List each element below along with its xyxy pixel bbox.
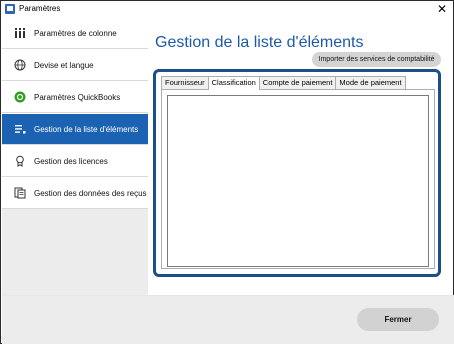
title-bar: Paramètres ✕ [1, 1, 453, 18]
tab-content [161, 89, 435, 269]
window-close-button[interactable]: ✕ [435, 2, 449, 16]
footer: Fermer [2, 296, 454, 344]
sidebar: Paramètres de colonne Devise et langue P… [2, 18, 148, 295]
globe-icon [14, 59, 26, 71]
import-accounting-services-button[interactable]: Importer des services de comptabilité [312, 52, 441, 67]
tab-compte-de-paiement[interactable]: Compte de paiement [258, 76, 337, 89]
sidebar-item-label: Gestion de la liste d'éléments [34, 124, 139, 134]
settings-window: Paramètres ✕ Paramètres de colonne Devis… [0, 0, 454, 344]
sidebar-item-currency-language[interactable]: Devise et langue [2, 50, 148, 81]
app-icon [5, 4, 15, 14]
license-icon [14, 155, 26, 167]
item-list-panel: Fournisseur Classification Compte de pai… [153, 69, 441, 277]
sidebar-item-quickbooks[interactable]: Paramètres QuickBooks [2, 82, 148, 113]
sidebar-item-label: Devise et langue [34, 60, 94, 70]
receipt-data-icon [14, 187, 26, 199]
sidebar-item-column-settings[interactable]: Paramètres de colonne [2, 18, 148, 49]
list-icon [14, 123, 26, 135]
sidebar-list: Paramètres de colonne Devise et langue P… [2, 18, 148, 209]
sidebar-item-label: Paramètres QuickBooks [34, 92, 121, 102]
sidebar-item-label: Gestion des données des reçus [34, 188, 147, 198]
tab-strip: Fournisseur Classification Compte de pai… [161, 76, 406, 90]
classification-list[interactable] [167, 95, 429, 267]
quickbooks-icon [14, 91, 26, 103]
window-title: Paramètres [19, 4, 61, 13]
sidebar-item-licenses[interactable]: Gestion des licences [2, 146, 148, 177]
tab-mode-de-paiement[interactable]: Mode de paiement [335, 76, 406, 89]
sidebar-item-label: Paramètres de colonne [34, 28, 117, 38]
page-title: Gestion de la liste d'éléments [155, 34, 364, 51]
sidebar-item-label: Gestion des licences [34, 156, 108, 166]
sidebar-item-receipt-data[interactable]: Gestion des données des reçus [2, 178, 148, 209]
tab-classification[interactable]: Classification [207, 76, 260, 90]
tab-fournisseur[interactable]: Fournisseur [161, 76, 209, 89]
close-button[interactable]: Fermer [357, 308, 439, 331]
columns-icon [14, 27, 26, 39]
sidebar-item-item-list[interactable]: Gestion de la liste d'éléments [2, 114, 148, 145]
